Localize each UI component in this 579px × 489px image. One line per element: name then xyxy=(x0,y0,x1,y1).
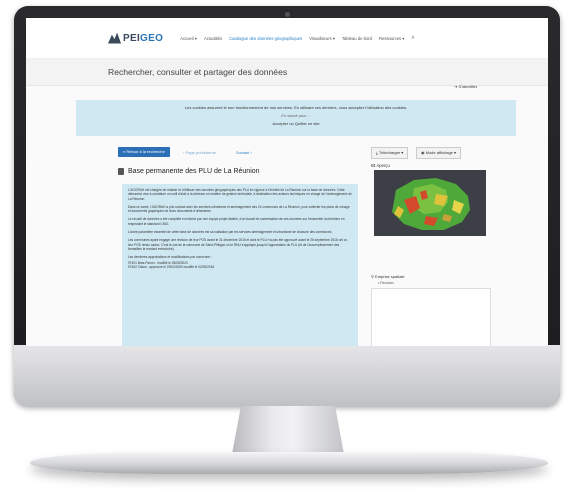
monitor-chin xyxy=(14,345,560,407)
nav-item-visualiseurs[interactable]: Visualiseurs ▾ xyxy=(309,36,335,41)
abstract-paragraph: L'AGORAH est chargée de réaliser et d'di… xyxy=(128,188,352,201)
document-icon xyxy=(118,168,124,175)
document-title: Base permanente des PLU de La Réunion xyxy=(118,168,260,175)
top-navigation: PEIGEO Accueil ▾ Actualités Catalogue de… xyxy=(26,18,548,59)
back-to-search-button[interactable]: ⌕ Retour à la recherche xyxy=(118,147,170,157)
spatial-extent-label: ⚲ Emprise spatiale xyxy=(371,274,405,279)
spatial-extent-value: • Réunion xyxy=(378,281,394,285)
nav-item-actualites[interactable]: Actualités xyxy=(204,36,222,41)
abstract-paragraph: Les dernières approbations et modificati… xyxy=(128,255,212,260)
spatial-extent-map[interactable] xyxy=(371,288,491,346)
nav-item-accueil[interactable]: Accueil ▾ xyxy=(180,36,197,41)
download-button[interactable]: ⤓ Télécharger ▾ xyxy=(371,147,409,159)
cookie-message: Les cookies assurent le bon fonctionneme… xyxy=(184,105,408,110)
logo-text: PEIGEO xyxy=(123,32,164,44)
page-title: Rechercher, consulter et partager des do… xyxy=(26,59,548,86)
abstract-paragraph: L'autre paramètre essentiel de cette bas… xyxy=(128,230,333,235)
signin-link[interactable]: ⇥ S'identifier xyxy=(454,84,477,89)
logo-mountain-icon xyxy=(108,32,121,44)
nav-item-catalogue[interactable]: Catalogue des données géographiques xyxy=(229,36,302,41)
document-abstract: L'AGORAH est chargée de réaliser et d'di… xyxy=(122,184,358,346)
monitor-stand-neck xyxy=(232,406,344,454)
next-page-link[interactable]: Suivant › xyxy=(236,150,252,155)
reunion-island-map xyxy=(374,170,486,236)
abstract-paragraph: Dans ce cadre, l'AGORAH a pris contact a… xyxy=(128,204,350,214)
abstract-paragraph: Les communes ayant engagé une révision d… xyxy=(128,238,348,251)
search-icon[interactable]: ⌕ xyxy=(411,35,414,42)
monitor-stand-base xyxy=(30,452,548,474)
display-mode-button[interactable]: ◉ Mode affichage ▾ xyxy=(416,147,462,159)
camera-icon xyxy=(285,12,290,17)
preview-map[interactable] xyxy=(374,170,486,236)
nav-item-ressources[interactable]: Ressources ▾ xyxy=(379,36,404,41)
nav-item-tableau-de-bord[interactable]: Tableau de bord xyxy=(342,36,372,41)
abstract-paragraph: Le recueil de données a été complété en … xyxy=(128,217,345,226)
previous-page-link[interactable]: ‹ Page précédente xyxy=(183,150,216,155)
cookie-banner: Les cookies assurent le bon fonctionneme… xyxy=(76,100,516,136)
site-logo[interactable]: PEIGEO xyxy=(108,32,164,44)
abstract-paragraph: 97402 Cilaos : approuvé le 29/02/2000 mo… xyxy=(128,264,215,269)
preview-label: 🖾 Aperçu xyxy=(371,163,390,168)
screen: PEIGEO Accueil ▾ Actualités Catalogue de… xyxy=(26,18,548,346)
cookie-actions[interactable]: Accepter ou Quitter ce site xyxy=(76,121,516,126)
cookie-more-link[interactable]: En savoir plus ... xyxy=(76,113,516,118)
